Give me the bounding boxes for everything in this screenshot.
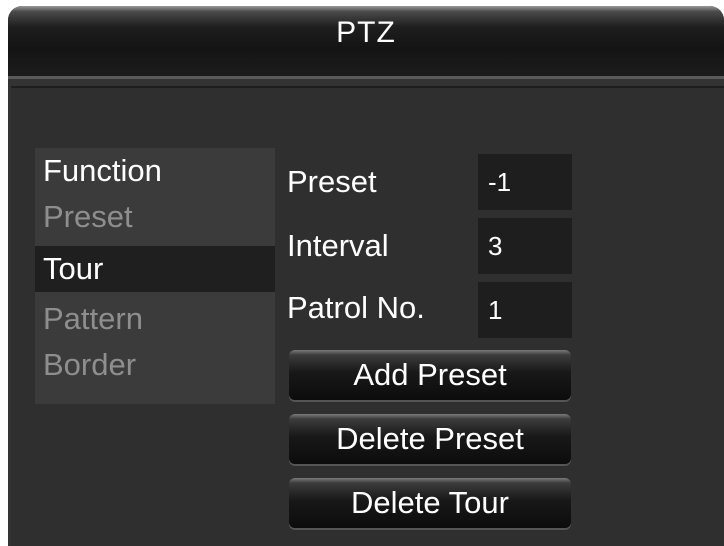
window-title: PTZ xyxy=(336,16,396,49)
ptz-window: PTZ Function Preset Tour Pattern Border … xyxy=(8,6,724,546)
interval-label: Interval xyxy=(287,228,389,263)
function-menu-header: Function xyxy=(43,153,162,188)
menu-item-pattern[interactable]: Pattern xyxy=(35,296,275,342)
interval-input[interactable]: 3 xyxy=(478,218,572,274)
add-preset-button[interactable]: Add Preset xyxy=(289,350,571,400)
function-menu: Function Preset Tour Pattern Border xyxy=(35,148,275,404)
preset-label: Preset xyxy=(287,164,377,199)
ptz-content-panel: Function Preset Tour Pattern Border Pres… xyxy=(11,86,724,546)
delete-tour-button[interactable]: Delete Tour xyxy=(289,478,571,528)
menu-item-preset[interactable]: Preset xyxy=(35,194,275,240)
patrol-no-label: Patrol No. xyxy=(287,290,425,325)
title-bar: PTZ xyxy=(8,6,724,79)
menu-item-border[interactable]: Border xyxy=(35,342,275,388)
preset-input[interactable]: -1 xyxy=(478,154,572,210)
patrol-no-input[interactable]: 1 xyxy=(478,282,572,338)
menu-item-tour[interactable]: Tour xyxy=(35,246,275,292)
delete-preset-button[interactable]: Delete Preset xyxy=(289,414,571,464)
